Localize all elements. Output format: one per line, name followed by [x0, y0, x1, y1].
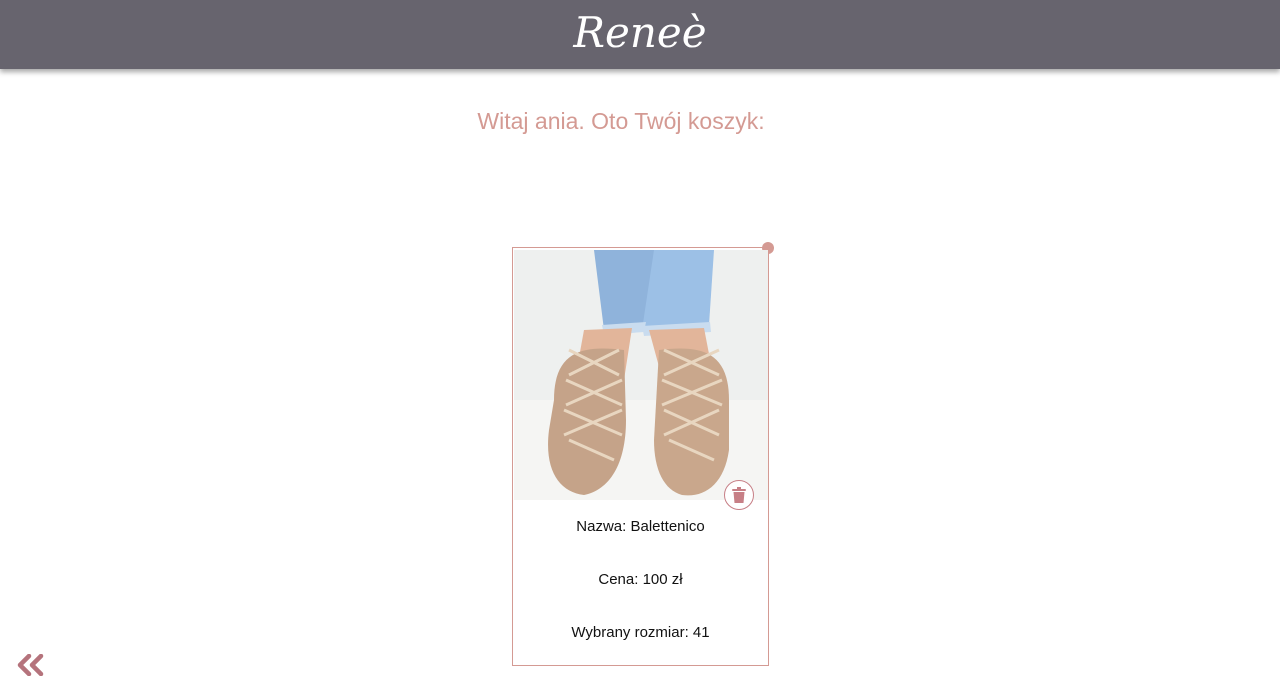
cart-greeting: Witaj ania. Oto Twój koszyk:	[477, 108, 765, 134]
product-price: Cena: 100 zł	[598, 571, 683, 588]
product-name: Nazwa: Balettenico	[576, 518, 705, 535]
back-button[interactable]	[16, 652, 46, 678]
site-logo[interactable]: Reneè	[573, 8, 706, 57]
shoes-photo	[514, 250, 768, 500]
product-image	[514, 250, 768, 500]
delete-item-button[interactable]	[724, 480, 754, 510]
site-header: Reneè	[0, 0, 1280, 69]
product-size: Wybrany rozmiar: 41	[571, 624, 710, 641]
trash-icon	[732, 487, 746, 503]
cart-item-card: Nazwa: Balettenico Cena: 100 zł Wybrany …	[512, 242, 774, 666]
double-chevron-left-icon	[17, 654, 44, 676]
